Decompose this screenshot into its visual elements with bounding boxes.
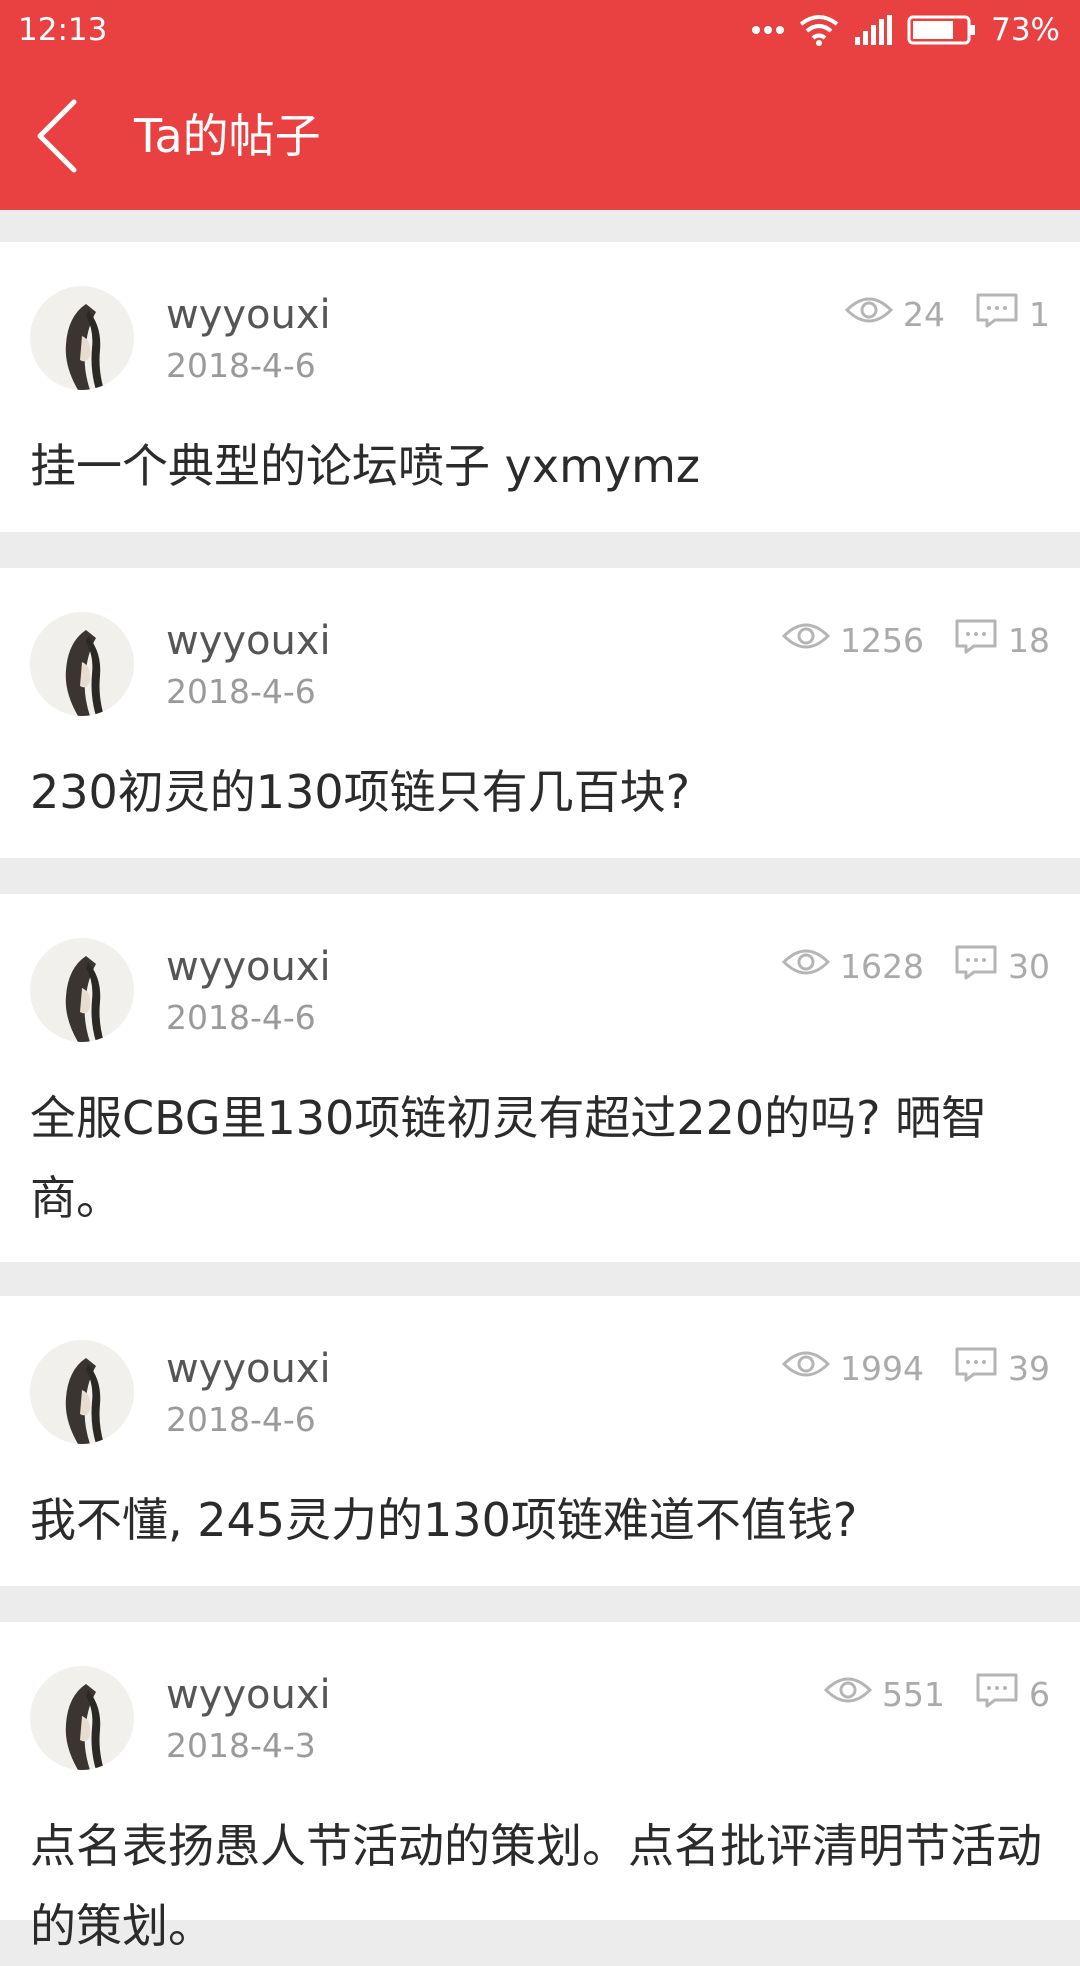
- post-stats: 551 6: [823, 1672, 1050, 1716]
- views-eye-icon: [823, 1674, 873, 1714]
- status-icons: 73%: [751, 10, 1060, 50]
- comments-count: 6: [1029, 1674, 1050, 1714]
- user-avatar[interactable]: [30, 1340, 134, 1444]
- post-date: 2018-4-6: [166, 346, 316, 385]
- more-dots-icon: [751, 24, 785, 36]
- post-card[interactable]: wyyouxi 2018-4-6 1994 39 我不懂, 245灵力的130项…: [0, 1296, 1080, 1586]
- username[interactable]: wyyouxi: [166, 942, 331, 992]
- views-count: 1256: [840, 620, 924, 660]
- username[interactable]: wyyouxi: [166, 616, 331, 666]
- page-title: Ta的帖子: [134, 109, 321, 163]
- views-eye-icon: [781, 946, 831, 986]
- user-avatar[interactable]: [30, 1666, 134, 1770]
- post-title[interactable]: 我不懂, 245灵力的130项链难道不值钱?: [30, 1480, 1050, 1560]
- views-eye-icon: [844, 294, 894, 334]
- post-date: 2018-4-6: [166, 1400, 316, 1439]
- post-title[interactable]: 点名表扬愚人节活动的策划。点名批评清明节活动的策划。: [30, 1806, 1050, 1966]
- post-card[interactable]: wyyouxi 2018-4-6 1256 18 230初灵的130项链只有几百…: [0, 568, 1080, 858]
- views-count: 551: [882, 1674, 945, 1714]
- comment-icon: [954, 944, 998, 988]
- comment-icon: [954, 618, 998, 662]
- back-arrow-icon[interactable]: [30, 96, 90, 176]
- views-count: 1994: [840, 1348, 924, 1388]
- post-stats: 1994 39: [781, 1346, 1050, 1390]
- views-eye-icon: [781, 620, 831, 660]
- username[interactable]: wyyouxi: [166, 1670, 331, 1720]
- battery-percent: 73%: [991, 12, 1060, 48]
- comment-icon: [954, 1346, 998, 1390]
- post-title[interactable]: 全服CBG里130项链初灵有超过220的吗? 晒智商。: [30, 1078, 1050, 1238]
- post-card[interactable]: wyyouxi 2018-4-6 24 1 挂一个典型的论坛喷子 yxmymz: [0, 242, 1080, 532]
- post-date: 2018-4-6: [166, 998, 316, 1037]
- views-count: 1628: [840, 946, 924, 986]
- post-title[interactable]: 230初灵的130项链只有几百块?: [30, 752, 1050, 832]
- comments-count: 18: [1008, 620, 1050, 660]
- post-card[interactable]: wyyouxi 2018-4-3 551 6 点名表扬愚人节活动的策划。点名批评…: [0, 1622, 1080, 1953]
- post-date: 2018-4-3: [166, 1726, 316, 1765]
- user-avatar[interactable]: [30, 938, 134, 1042]
- views-count: 24: [903, 294, 945, 334]
- comment-icon: [975, 1672, 1019, 1716]
- user-avatar[interactable]: [30, 612, 134, 716]
- views-eye-icon: [781, 1348, 831, 1388]
- battery-icon: [907, 14, 977, 46]
- wifi-icon: [799, 14, 839, 46]
- comment-icon: [975, 292, 1019, 336]
- app-header: 12:13 73% Ta的帖子: [0, 0, 1080, 210]
- signal-icon: [853, 15, 893, 45]
- post-stats: 1628 30: [781, 944, 1050, 988]
- username[interactable]: wyyouxi: [166, 290, 331, 340]
- comments-count: 39: [1008, 1348, 1050, 1388]
- post-stats: 1256 18: [781, 618, 1050, 662]
- post-card[interactable]: wyyouxi 2018-4-6 1628 30 全服CBG里130项链初灵有超…: [0, 894, 1080, 1262]
- user-avatar[interactable]: [30, 286, 134, 390]
- post-title[interactable]: 挂一个典型的论坛喷子 yxmymz: [30, 426, 1050, 506]
- comments-count: 30: [1008, 946, 1050, 986]
- status-time: 12:13: [18, 12, 108, 48]
- comments-count: 1: [1029, 294, 1050, 334]
- username[interactable]: wyyouxi: [166, 1344, 331, 1394]
- post-stats: 24 1: [844, 292, 1050, 336]
- post-date: 2018-4-6: [166, 672, 316, 711]
